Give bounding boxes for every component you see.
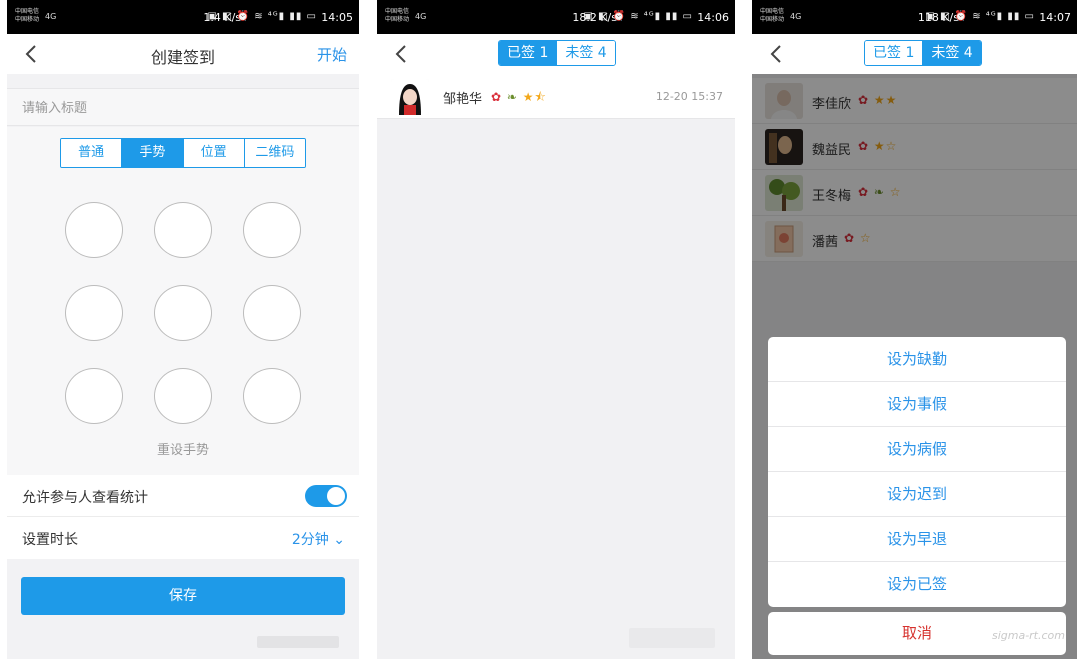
tab-signed[interactable]: 已签 1 [499, 41, 557, 65]
network-type: 4G [790, 12, 802, 21]
carrier-info: 中国电信 中国移动 [385, 8, 409, 24]
list-item[interactable]: 邹艳华 ✿ ❧ ★⯪ 12-20 15:37 [377, 74, 735, 119]
tab-normal[interactable]: 普通 [61, 139, 122, 167]
tab-location[interactable]: 位置 [182, 139, 244, 167]
set-early-leave-button[interactable]: 设为早退 [768, 517, 1066, 562]
carrier-1: 中国电信 [385, 8, 410, 15]
clock: 14:05 [321, 11, 353, 24]
set-late-button[interactable]: 设为迟到 [768, 472, 1066, 517]
flower-icon: ✿ [491, 90, 503, 104]
gesture-dot[interactable] [65, 202, 123, 258]
watermark: sigma-rt.com [991, 629, 1065, 642]
gesture-dot[interactable] [154, 202, 212, 258]
network-type: 4G [415, 12, 427, 21]
action-sheet: 设为缺勤 设为事假 设为病假 设为迟到 设为早退 设为已签 [768, 337, 1066, 607]
toggle-knob [327, 487, 345, 505]
avatar [391, 79, 429, 115]
carrier-1: 中国电信 [760, 8, 785, 15]
tab-qrcode[interactable]: 二维码 [243, 139, 305, 167]
gesture-dot[interactable] [65, 285, 123, 341]
tab-unsigned[interactable]: 未签 4 [556, 41, 615, 65]
set-sick-leave-button[interactable]: 设为病假 [768, 427, 1066, 472]
signin-time: 12-20 15:37 [655, 90, 723, 103]
allow-stats-row: 允许参与人查看统计 [7, 475, 359, 517]
gesture-dot[interactable] [243, 285, 301, 341]
chevron-down-icon: ⌄ [333, 532, 345, 548]
set-personal-leave-button[interactable]: 设为事假 [768, 382, 1066, 427]
blurred-text [629, 628, 715, 648]
mode-tabs: 普通 手势 位置 二维码 [60, 138, 306, 168]
tab-gesture[interactable]: 手势 [121, 139, 183, 167]
duration-label: 设置时长 [22, 532, 78, 548]
clock: 14:06 [697, 11, 729, 24]
status-icons: ▣ ◧ ⏰ ≋ ⁴ᴳ▮ ▮▮ ▭ [207, 11, 317, 22]
gesture-dot[interactable] [65, 368, 123, 424]
signed-list-screen: 中国电信 中国移动 4G 18.2 K/s ▣ ◧ ⏰ ≋ ⁴ᴳ▮ ▮▮ ▭ 1… [377, 0, 735, 659]
back-icon[interactable] [766, 43, 788, 65]
title-input[interactable] [7, 89, 359, 127]
tab-signed[interactable]: 已签 1 [865, 41, 923, 65]
status-bar: 中国电信 中国移动 4G 18.2 K/s ▣ ◧ ⏰ ≋ ⁴ᴳ▮ ▮▮ ▭ 1… [377, 0, 735, 34]
duration-value: 2分钟 [291, 532, 329, 548]
carrier-2: 中国移动 [385, 16, 410, 23]
tab-unsigned[interactable]: 未签 4 [922, 41, 981, 65]
create-signin-screen: 中国电信 中国移动 4G 1.4 K/s ▣ ◧ ⏰ ≋ ⁴ᴳ▮ ▮▮ ▭ 14… [7, 0, 359, 659]
duration-select[interactable]: 2分钟 ⌄ [292, 529, 345, 549]
network-type: 4G [45, 12, 57, 21]
carrier-2: 中国移动 [15, 16, 40, 23]
nav-bar: 已签 1 未签 4 [377, 34, 735, 74]
start-button[interactable]: 开始 [317, 44, 347, 65]
title-field [7, 88, 359, 127]
gesture-dot[interactable] [154, 285, 212, 341]
level-badges: ✿ ❧ ★⯪ [491, 88, 547, 109]
carrier-info: 中国电信 中国移动 [760, 8, 784, 24]
save-button[interactable]: 保存 [21, 577, 345, 615]
carrier-1: 中国电信 [15, 8, 40, 15]
clock: 14:07 [1039, 11, 1071, 24]
signed-unsigned-tabs: 已签 1 未签 4 [498, 40, 616, 66]
gesture-area: 普通 手势 位置 二维码 重设手势 [7, 127, 359, 475]
duration-row[interactable]: 设置时长 2分钟 ⌄ [7, 517, 359, 559]
allow-stats-label: 允许参与人查看统计 [22, 490, 148, 506]
carrier-2: 中国移动 [760, 16, 785, 23]
status-bar: 中国电信 中国移动 4G 118 K/s ▣ ◧ ⏰ ≋ ⁴ᴳ▮ ▮▮ ▭ 14… [752, 0, 1077, 34]
nav-bar: 创建签到 开始 [7, 34, 359, 74]
page-title: 创建签到 [150, 48, 215, 67]
set-signed-button[interactable]: 设为已签 [768, 562, 1066, 607]
gesture-dot[interactable] [154, 368, 212, 424]
star-icon: ★⯪ [522, 90, 547, 104]
unsigned-list-screen: 中国电信 中国移动 4G 118 K/s ▣ ◧ ⏰ ≋ ⁴ᴳ▮ ▮▮ ▭ 14… [752, 0, 1077, 659]
leaf-icon: ❧ [506, 90, 518, 104]
nav-bar: 已签 1 未签 4 [752, 34, 1077, 74]
back-icon[interactable] [391, 43, 413, 65]
gesture-dot[interactable] [243, 202, 301, 258]
person-name: 邹艳华 [443, 92, 483, 107]
blurred-text [257, 636, 339, 648]
status-icons: ▣ ◧ ⏰ ≋ ⁴ᴳ▮ ▮▮ ▭ [925, 11, 1035, 22]
reset-gesture-link[interactable]: 重设手势 [7, 439, 359, 458]
status-icons: ▣ ◧ ⏰ ≋ ⁴ᴳ▮ ▮▮ ▭ [583, 11, 693, 22]
status-bar: 中国电信 中国移动 4G 1.4 K/s ▣ ◧ ⏰ ≋ ⁴ᴳ▮ ▮▮ ▭ 14… [7, 0, 359, 34]
gesture-dot[interactable] [243, 368, 301, 424]
allow-stats-toggle[interactable] [305, 485, 347, 507]
signed-unsigned-tabs: 已签 1 未签 4 [864, 40, 982, 66]
carrier-info: 中国电信 中国移动 [15, 8, 39, 24]
set-absent-button[interactable]: 设为缺勤 [768, 337, 1066, 382]
